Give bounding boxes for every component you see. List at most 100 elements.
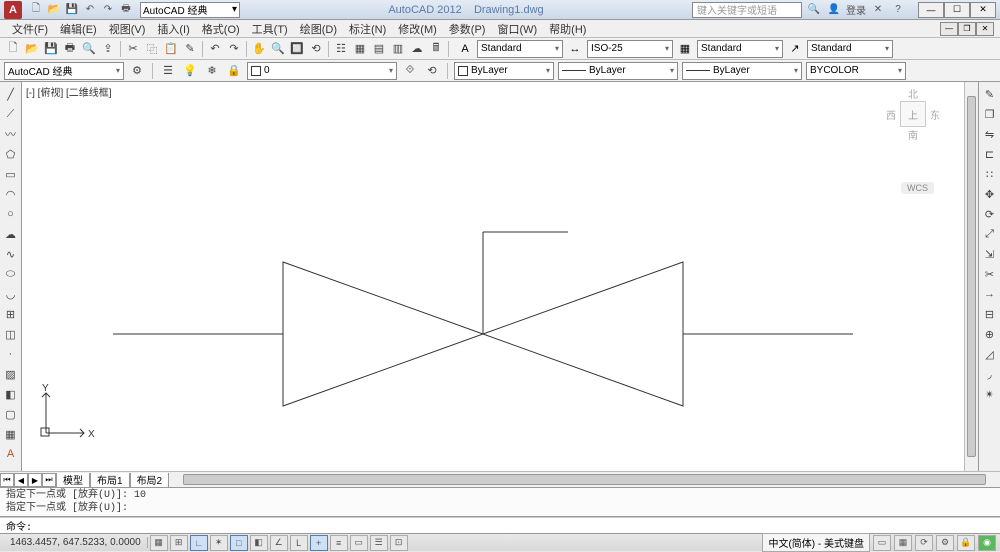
rect-icon[interactable]: ▭ — [2, 165, 20, 183]
tab-first-button[interactable]: ⏮ — [0, 473, 14, 487]
tool-palettes-icon[interactable]: ▤ — [370, 40, 388, 58]
properties-icon[interactable]: ☷ — [332, 40, 350, 58]
help-icon[interactable]: ? — [890, 2, 906, 18]
calc-icon[interactable]: 🖩 — [427, 40, 445, 58]
join-icon[interactable]: ⊕ — [981, 325, 999, 343]
drawing-canvas[interactable]: [-] [俯视] [二维线框] X Y 北 — [22, 82, 964, 471]
copy-obj-icon[interactable]: ❐ — [981, 105, 999, 123]
layer-freeze-icon[interactable]: ❄ — [203, 62, 221, 80]
viewcube-top[interactable]: 上 — [900, 101, 926, 127]
view-cube[interactable]: 北 西 上 东 南 — [878, 86, 948, 176]
mtext-icon[interactable]: A — [2, 445, 20, 463]
save-icon[interactable]: 💾 — [42, 40, 60, 58]
command-history[interactable]: 指定下一点或 [放弃(U)]: 10 指定下一点或 [放弃(U)]: — [0, 487, 1000, 517]
layer-props-icon[interactable]: ☰ — [159, 62, 177, 80]
viewcube-west[interactable]: 西 — [886, 107, 896, 122]
design-center-icon[interactable]: ▦ — [351, 40, 369, 58]
tab-layout2[interactable]: 布局2 — [130, 473, 170, 488]
cut-icon[interactable]: ✂ — [124, 40, 142, 58]
layer-lock-icon[interactable]: 🔒 — [225, 62, 243, 80]
mleader-style-dropdown[interactable]: Standard▾ — [807, 40, 893, 58]
new-icon[interactable]: 🗋 — [28, 2, 44, 18]
exchange-icon[interactable]: ✕ — [870, 2, 886, 18]
command-prompt[interactable]: 命令: — [0, 517, 1000, 533]
app-logo[interactable]: A — [4, 1, 22, 19]
ellipse-arc-icon[interactable]: ◡ — [2, 285, 20, 303]
plot-icon[interactable]: 🖶 — [61, 40, 79, 58]
user-icon[interactable]: 👤 — [826, 2, 842, 18]
lineweight-dropdown[interactable]: ByLayer▾ — [682, 62, 802, 80]
ime-status[interactable]: 中文(简体) - 美式键盘 — [762, 533, 870, 552]
menu-view[interactable]: 视图(V) — [103, 19, 152, 39]
chamfer-icon[interactable]: ◿ — [981, 345, 999, 363]
coordinates[interactable]: 1463.4457, 647.5233, 0.0000 — [4, 537, 148, 548]
doc-close-button[interactable]: ✕ — [976, 22, 994, 36]
undo-icon[interactable]: ↶ — [82, 2, 98, 18]
publish-icon[interactable]: ⇪ — [99, 40, 117, 58]
dyn-button[interactable]: + — [310, 535, 328, 551]
close-button[interactable]: ✕ — [970, 2, 996, 18]
sheet-set-icon[interactable]: ▥ — [389, 40, 407, 58]
pan-icon[interactable]: ✋ — [250, 40, 268, 58]
annot-scale-button[interactable]: ⟳ — [915, 535, 933, 551]
offset-icon[interactable]: ⊏ — [981, 145, 999, 163]
rotate-icon[interactable]: ⟳ — [981, 205, 999, 223]
otrack-button[interactable]: ∠ — [270, 535, 288, 551]
menu-edit[interactable]: 编辑(E) — [54, 19, 103, 39]
preview-icon[interactable]: 🔍 — [80, 40, 98, 58]
undo-icon[interactable]: ↶ — [206, 40, 224, 58]
zoom-win-icon[interactable]: 🔲 — [288, 40, 306, 58]
minimize-button[interactable]: — — [918, 2, 944, 18]
quickview-button[interactable]: ▦ — [894, 535, 912, 551]
qp-button[interactable]: ☰ — [370, 535, 388, 551]
block-icon[interactable]: ◫ — [2, 325, 20, 343]
zoom-prev-icon[interactable]: ⟲ — [307, 40, 325, 58]
tab-prev-button[interactable]: ◀ — [14, 473, 28, 487]
doc-minimize-button[interactable]: — — [940, 22, 958, 36]
hardware-accel-button[interactable]: ◉ — [978, 535, 996, 551]
layer-on-icon[interactable]: 💡 — [181, 62, 199, 80]
tab-last-button[interactable]: ⏭ — [42, 473, 56, 487]
workspace-settings-icon[interactable]: ⚙ — [128, 62, 146, 80]
menu-file[interactable]: 文件(F) — [6, 19, 54, 39]
extend-icon[interactable]: → — [981, 285, 999, 303]
workspace-switch-button[interactable]: ⚙ — [936, 535, 954, 551]
point-icon[interactable]: · — [2, 345, 20, 363]
menu-window[interactable]: 窗口(W) — [491, 19, 543, 39]
polygon-icon[interactable]: ⬠ — [2, 145, 20, 163]
doc-restore-button[interactable]: ❐ — [958, 22, 976, 36]
color-dropdown[interactable]: ByLayer▾ — [454, 62, 554, 80]
workspace-dropdown-2[interactable]: AutoCAD 经典▾ — [4, 62, 124, 80]
region-icon[interactable]: ▢ — [2, 405, 20, 423]
break-icon[interactable]: ⊟ — [981, 305, 999, 323]
lwt-button[interactable]: ≡ — [330, 535, 348, 551]
revcloud-icon[interactable]: ☁ — [2, 225, 20, 243]
save-icon[interactable]: 💾 — [64, 2, 80, 18]
arc-icon[interactable]: ◠ — [2, 185, 20, 203]
view-label[interactable]: [-] [俯视] [二维线框] — [26, 84, 112, 99]
paste-icon[interactable]: 📋 — [162, 40, 180, 58]
ellipse-icon[interactable]: ⬭ — [2, 265, 20, 283]
fillet-icon[interactable]: ◞ — [981, 365, 999, 383]
menu-dimension[interactable]: 标注(N) — [343, 19, 392, 39]
viewcube-north[interactable]: 北 — [908, 86, 918, 101]
dim-style-dropdown[interactable]: ISO-25▾ — [587, 40, 673, 58]
table-style-icon[interactable]: ▦ — [676, 40, 694, 58]
spline-icon[interactable]: ∿ — [2, 245, 20, 263]
viewcube-east[interactable]: 东 — [930, 107, 940, 122]
mleader-style-icon[interactable]: ↗ — [786, 40, 804, 58]
tab-layout1[interactable]: 布局1 — [90, 473, 130, 488]
workspace-dropdown[interactable]: AutoCAD 经典 ▾ — [140, 2, 240, 18]
osnap-button[interactable]: □ — [230, 535, 248, 551]
insert-icon[interactable]: ⊞ — [2, 305, 20, 323]
linetype-dropdown[interactable]: ByLayer▾ — [558, 62, 678, 80]
sc-button[interactable]: ⊡ — [390, 535, 408, 551]
menu-format[interactable]: 格式(O) — [196, 19, 246, 39]
menu-insert[interactable]: 插入(I) — [151, 19, 195, 39]
tpy-button[interactable]: ▭ — [350, 535, 368, 551]
plotstyle-dropdown[interactable]: BYCOLOR▾ — [806, 62, 906, 80]
tab-next-button[interactable]: ▶ — [28, 473, 42, 487]
menu-draw[interactable]: 绘图(D) — [294, 19, 343, 39]
stretch-icon[interactable]: ⇲ — [981, 245, 999, 263]
table-icon[interactable]: ▦ — [2, 425, 20, 443]
